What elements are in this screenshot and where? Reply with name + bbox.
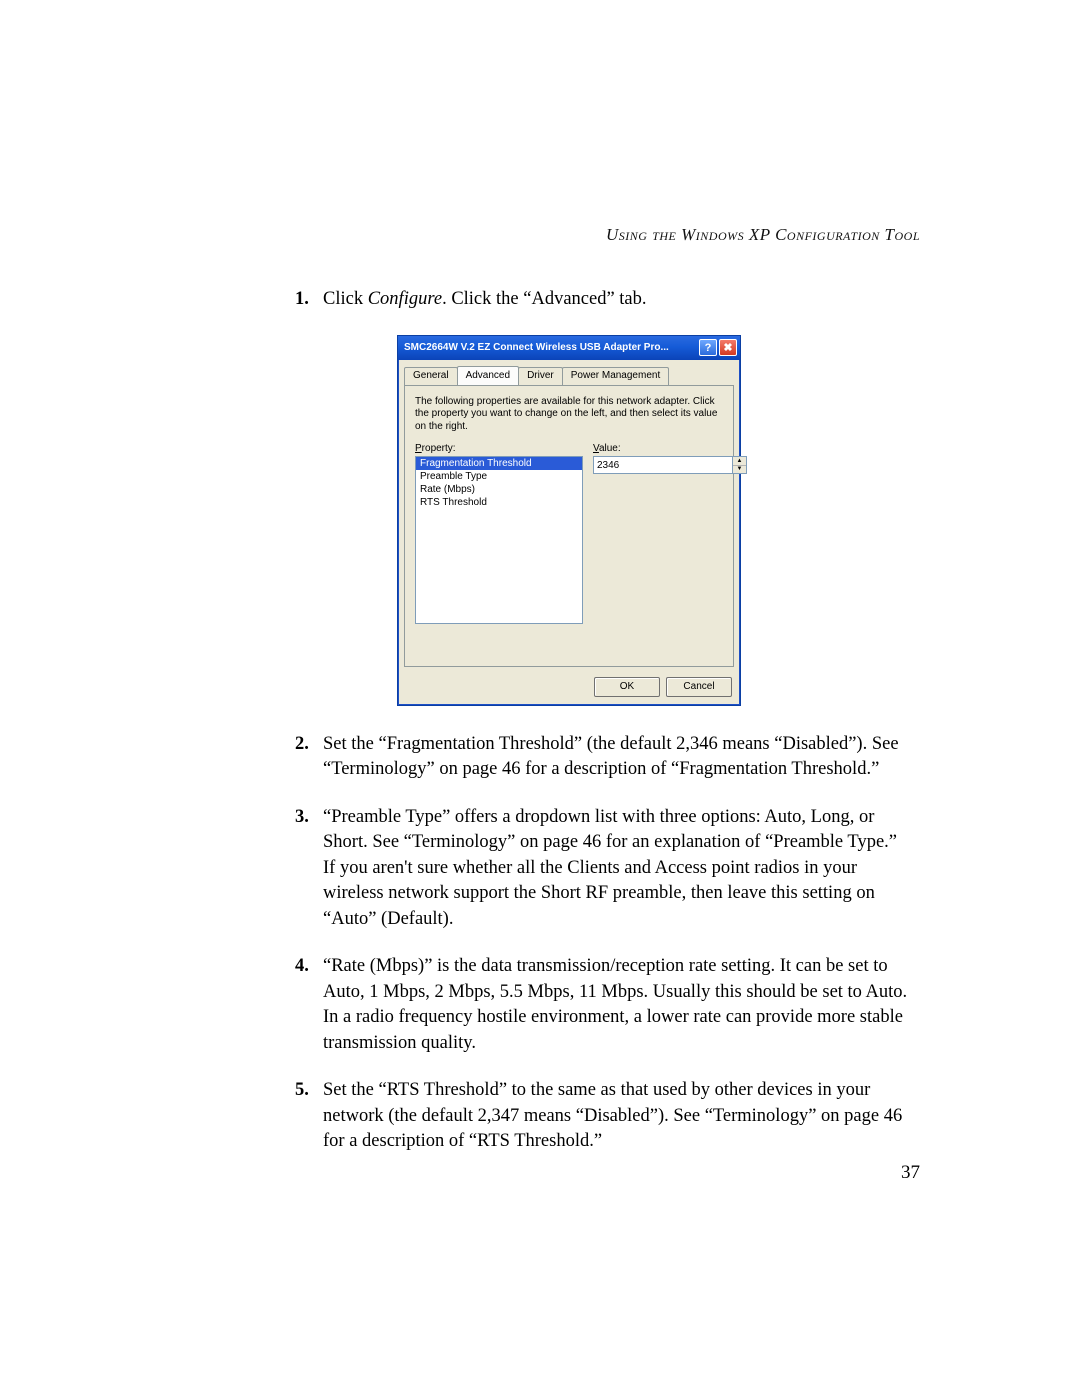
step-body: “Rate (Mbps)” is the data transmission/r… xyxy=(323,954,920,1056)
property-label: Property: xyxy=(415,443,583,454)
value-label: Value: xyxy=(593,443,747,454)
step-4: 4. “Rate (Mbps)” is the data transmissio… xyxy=(295,954,920,1056)
list-item[interactable]: Fragmentation Threshold xyxy=(416,457,582,470)
tab-driver[interactable]: Driver xyxy=(518,367,563,386)
tab-general[interactable]: General xyxy=(404,367,458,386)
ok-button[interactable]: OK xyxy=(594,677,660,697)
step-number: 1. xyxy=(295,287,323,313)
instruction-list-cont: 2. Set the “Fragmentation Threshold” (th… xyxy=(295,732,920,1155)
tab-power-management[interactable]: Power Management xyxy=(562,367,670,386)
list-item[interactable]: RTS Threshold xyxy=(416,496,582,509)
list-item[interactable]: Preamble Type xyxy=(416,470,582,483)
help-icon: ? xyxy=(705,342,712,354)
step-2: 2. Set the “Fragmentation Threshold” (th… xyxy=(295,732,920,783)
close-icon: ✖ xyxy=(723,341,732,354)
help-button[interactable]: ? xyxy=(699,339,717,356)
step-body: Set the “RTS Threshold” to the same as t… xyxy=(323,1078,920,1155)
tab-advanced[interactable]: Advanced xyxy=(457,366,519,385)
dialog-title: SMC2664W V.2 EZ Connect Wireless USB Ada… xyxy=(404,342,697,353)
step-number: 2. xyxy=(295,732,323,783)
value-spinner: ▲ ▼ xyxy=(593,456,747,474)
step-number: 3. xyxy=(295,805,323,933)
chevron-down-icon: ▼ xyxy=(737,466,743,472)
page-header: Using the Windows XP Configuration Tool xyxy=(295,225,920,245)
list-item[interactable]: Rate (Mbps) xyxy=(416,483,582,496)
cancel-button[interactable]: Cancel xyxy=(666,677,732,697)
instruction-list: 1. Click Configure. Click the “Advanced”… xyxy=(295,287,920,313)
step-1: 1. Click Configure. Click the “Advanced”… xyxy=(295,287,920,313)
spin-buttons: ▲ ▼ xyxy=(733,456,747,474)
chevron-up-icon: ▲ xyxy=(737,458,743,464)
page-number: 37 xyxy=(901,1162,920,1184)
tab-strip: General Advanced Driver Power Management xyxy=(398,360,740,385)
document-page: Using the Windows XP Configuration Tool … xyxy=(0,0,1080,1397)
spin-down-button[interactable]: ▼ xyxy=(733,466,746,474)
value-input[interactable] xyxy=(593,456,733,474)
step-number: 5. xyxy=(295,1078,323,1155)
dialog-footer: OK Cancel xyxy=(398,673,740,705)
step-number: 4. xyxy=(295,954,323,1056)
close-button[interactable]: ✖ xyxy=(719,339,737,356)
step-body: “Preamble Type” offers a dropdown list w… xyxy=(323,805,920,933)
dialog-titlebar[interactable]: SMC2664W V.2 EZ Connect Wireless USB Ada… xyxy=(398,336,740,360)
dialog-figure: SMC2664W V.2 EZ Connect Wireless USB Ada… xyxy=(397,335,920,706)
properties-dialog: SMC2664W V.2 EZ Connect Wireless USB Ada… xyxy=(397,335,741,706)
step-5: 5. Set the “RTS Threshold” to the same a… xyxy=(295,1078,920,1155)
property-listbox[interactable]: Fragmentation Threshold Preamble Type Ra… xyxy=(415,456,583,624)
spin-up-button[interactable]: ▲ xyxy=(733,457,746,466)
step-3: 3. “Preamble Type” offers a dropdown lis… xyxy=(295,805,920,933)
step-body: Click Configure. Click the “Advanced” ta… xyxy=(323,287,920,313)
panel-description: The following properties are available f… xyxy=(415,396,723,434)
tab-panel-advanced: The following properties are available f… xyxy=(404,385,734,667)
step-body: Set the “Fragmentation Threshold” (the d… xyxy=(323,732,920,783)
